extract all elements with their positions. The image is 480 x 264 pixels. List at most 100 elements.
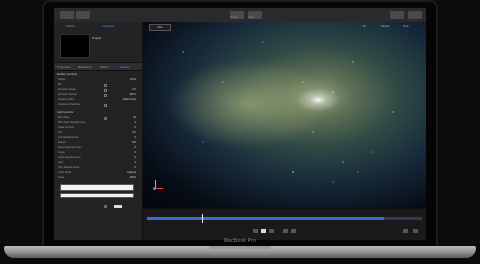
row-value: 0	[134, 136, 136, 139]
inspector-row[interactable]: Color Mode Original	[58, 171, 138, 175]
row-label: Angle Randomness	[58, 156, 81, 159]
share-button[interactable]	[390, 11, 404, 19]
inspector-row[interactable]: Render Order Oldest First	[58, 98, 138, 102]
laptop-base	[4, 246, 476, 258]
row-value: 100	[131, 141, 136, 144]
row-label: Render Order	[58, 98, 74, 101]
row-value: 0	[134, 121, 136, 124]
inspector-row[interactable]: Spin Randomness 0	[58, 166, 138, 170]
row-label: Speed Randomness	[58, 146, 82, 149]
inspector-row[interactable]: Life Randomness 0	[58, 136, 138, 140]
inspector-tabs: Properties Behaviors Filters Emitter	[54, 62, 142, 71]
tab-inspector[interactable]: Inspector	[102, 24, 114, 28]
canvas-viewer[interactable]: View Fit Render View	[143, 22, 426, 208]
row-label: Emission Range	[58, 93, 77, 96]
row-label: Birth Rate	[58, 116, 70, 119]
row-label: Shape	[58, 78, 66, 81]
z-axis-gizmo	[153, 187, 156, 190]
play-button[interactable]	[261, 229, 266, 233]
timeline-settings-button[interactable]	[403, 229, 408, 233]
app-screen: Share HUD Library Inspector Project Prop…	[54, 8, 426, 240]
row-value: 0	[134, 166, 136, 169]
row-value: Point	[130, 78, 136, 81]
inspector-row[interactable]: 3D	[58, 83, 138, 87]
inspector-row[interactable]: Emission Angle 0.0	[58, 88, 138, 92]
row-label: Color Mode	[58, 171, 72, 174]
checkbox[interactable]	[104, 88, 107, 92]
gear-icon[interactable]	[104, 116, 107, 120]
row-label: Angle	[58, 151, 65, 154]
inspector-row[interactable]: Birth Rate Randomness 0	[58, 121, 138, 125]
record-button[interactable]	[283, 229, 288, 233]
inspector-row[interactable]: Speed 100	[58, 141, 138, 145]
checkbox[interactable]	[104, 103, 107, 107]
laptop-notch	[209, 246, 271, 249]
inspector-row[interactable]: Speed Randomness 0	[58, 146, 138, 150]
x-axis-gizmo	[155, 188, 163, 189]
tab-filters[interactable]: Filters	[100, 65, 108, 69]
timeline-play-range	[147, 217, 384, 220]
inspector-row[interactable]: Interleave Particles	[58, 103, 138, 107]
row-label: Life	[58, 131, 63, 134]
toolbar-label-share: Share	[230, 15, 239, 19]
row-value: 360.0	[129, 93, 137, 96]
inspector-row[interactable]: Emission Range 360.0	[58, 93, 138, 97]
opacity-gradient-editor[interactable]	[60, 193, 134, 198]
section-cell-controls: Cell Controls	[57, 110, 74, 114]
toolbar-label-hud: HUD	[248, 15, 255, 19]
row-value: 0	[134, 126, 136, 129]
loop-button[interactable]	[291, 229, 296, 233]
export-button[interactable]	[408, 11, 422, 19]
checkbox[interactable]	[104, 83, 107, 87]
section-emitter-controls: Emitter Controls	[57, 72, 78, 76]
inspector-row[interactable]: Angle Randomness 0	[58, 156, 138, 160]
color-swatch[interactable]	[114, 205, 122, 208]
row-label: Initial Number	[58, 126, 75, 129]
device-brand: MacBook Pro	[223, 238, 257, 244]
left-pane: Library Inspector Project Properties Beh…	[54, 22, 143, 240]
tab-library[interactable]: Library	[66, 24, 75, 28]
tab-behaviors[interactable]: Behaviors	[78, 65, 91, 69]
row-value: 30	[133, 116, 136, 119]
particle-nebula	[168, 41, 394, 183]
row-label: Speed	[58, 141, 66, 144]
timeline	[143, 208, 426, 240]
inspector-button[interactable]	[76, 11, 90, 19]
row-value: 0.0	[132, 88, 136, 91]
checkbox[interactable]	[104, 93, 107, 97]
row-value: 100%	[129, 176, 136, 179]
row-value: 0	[134, 161, 136, 164]
forward-button[interactable]	[269, 229, 274, 233]
rewind-button[interactable]	[253, 229, 258, 233]
row-label: Interleave Particles	[58, 103, 81, 106]
row-label: Scale	[58, 176, 65, 179]
row-label: Birth Rate Randomness	[58, 121, 86, 124]
row-value: 0	[134, 151, 136, 154]
inspector-row[interactable]: Scale 100%	[58, 176, 138, 180]
tab-properties[interactable]: Properties	[57, 65, 71, 69]
inspector-row[interactable]: Birth Rate 30	[58, 116, 138, 120]
row-label: Spin Randomness	[58, 166, 80, 169]
inspector-row[interactable]: Spin 0	[58, 161, 138, 165]
timeline-zoom-button[interactable]	[413, 229, 418, 233]
inspector-row[interactable]: Angle 0	[58, 151, 138, 155]
app-toolbar: Share HUD	[54, 8, 426, 23]
project-thumbnail[interactable]	[60, 34, 90, 58]
project-name: Project	[92, 36, 102, 40]
inspector-row[interactable]: Life 5.0	[58, 131, 138, 135]
library-button[interactable]	[60, 11, 74, 19]
playhead[interactable]	[202, 214, 203, 223]
tab-emitter[interactable]: Emitter	[120, 65, 130, 69]
row-value: 0	[134, 146, 136, 149]
inspector-row[interactable]: Initial Number 0	[58, 126, 138, 130]
row-label: Spin	[58, 161, 64, 164]
inspector-row[interactable]: Shape Point	[58, 78, 138, 82]
browser-tabs: Library Inspector	[56, 24, 140, 29]
eyedropper-icon[interactable]	[104, 205, 107, 208]
row-value: 0	[134, 156, 136, 159]
row-label: Life Randomness	[58, 136, 79, 139]
color-gradient-editor[interactable]	[60, 184, 134, 191]
row-label: Emission Angle	[58, 88, 76, 91]
row-value: 5.0	[132, 131, 136, 134]
row-label: 3D	[58, 83, 62, 86]
